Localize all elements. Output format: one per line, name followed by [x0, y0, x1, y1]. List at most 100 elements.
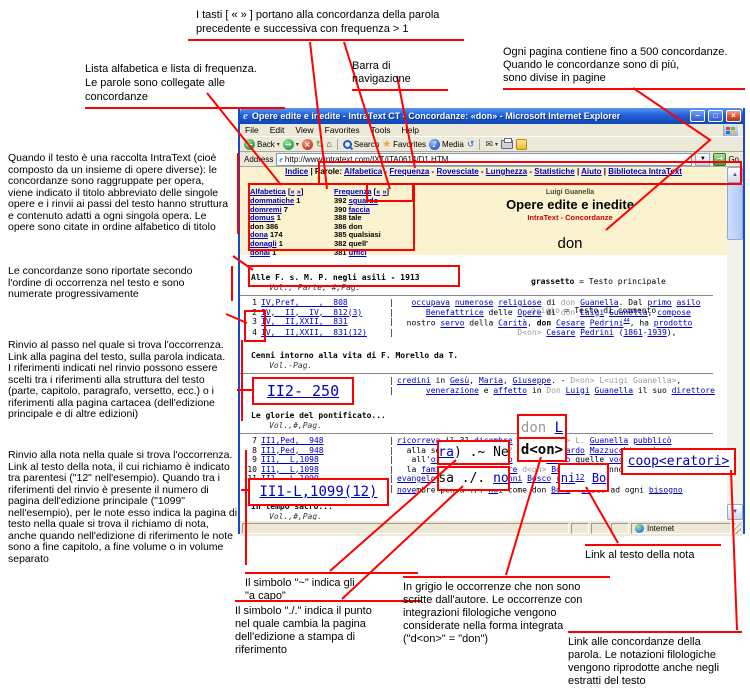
passage-reference-link[interactable]: IV, II,XXII, 831(12): [261, 328, 389, 338]
text-link[interactable]: coop<eratori>: [628, 454, 730, 469]
print-button[interactable]: [501, 140, 513, 149]
close-button[interactable]: ×: [726, 110, 741, 122]
callout-word-link: coop<eratori>: [621, 448, 736, 475]
text-link[interactable]: credini: [397, 376, 431, 385]
text-link[interactable]: Guanella: [580, 298, 619, 307]
text-link[interactable]: II1-L,1099(12): [259, 484, 377, 500]
messenger-button[interactable]: [516, 139, 527, 150]
text-link[interactable]: religiose: [498, 298, 541, 307]
section-work-title: Alle F. s. M. P. negli asili - 1913: [240, 273, 713, 283]
text-link[interactable]: Pedrini: [590, 319, 624, 328]
mail-dropdown-icon[interactable]: ▾: [495, 141, 498, 148]
text-run: in: [527, 386, 546, 395]
text-link[interactable]: no: [493, 471, 509, 486]
text-run: d<on>: [521, 442, 563, 458]
text-link[interactable]: Maria: [479, 376, 503, 385]
media-button[interactable]: ♪ Media: [429, 139, 464, 150]
text-link[interactable]: pubblicò: [633, 436, 672, 445]
text-link[interactable]: Guanella: [595, 386, 634, 395]
menu-tools[interactable]: Tools: [371, 125, 391, 135]
text-link[interactable]: II2- 250: [267, 382, 339, 400]
text-link[interactable]: Carità: [498, 319, 527, 328]
passage-reference-link[interactable]: II1, L,1098: [261, 455, 389, 465]
text-link[interactable]: nove: [397, 485, 416, 494]
concordance-section: Alle F. s. M. P. negli asili - 1913Vol.,…: [240, 273, 713, 338]
search-button[interactable]: Search: [343, 140, 379, 149]
maximize-button[interactable]: □: [708, 110, 723, 122]
text-link[interactable]: ni: [561, 471, 575, 485]
history-button[interactable]: ↻: [467, 139, 475, 150]
passage-reference-link[interactable]: IV,Pref, , 808: [261, 298, 389, 308]
menu-favorites[interactable]: Favorites: [325, 125, 360, 135]
text-link[interactable]: occupava: [411, 298, 450, 307]
home-button[interactable]: ⌂: [326, 139, 331, 149]
passage-reference-link[interactable]: II1,Ped, 948: [261, 436, 389, 446]
section-reference-scheme: Vol.,#,Pag.: [240, 512, 713, 520]
text-link[interactable]: ra: [438, 445, 454, 460]
menu-help[interactable]: Help: [401, 125, 418, 135]
text-link[interactable]: 1861: [623, 328, 642, 337]
passage-reference-link[interactable]: IV, II, IV, 812(3): [261, 308, 389, 318]
callout-tilde-example: ra) .~ Ne: [437, 440, 510, 465]
text-link[interactable]: Cesare: [546, 328, 575, 337]
text-link[interactable]: primo: [648, 298, 672, 307]
text-link[interactable]: L: [555, 420, 563, 436]
text-run: alla se: [397, 446, 440, 455]
forward-button[interactable]: → ▾: [283, 139, 299, 150]
forward-dropdown-icon[interactable]: ▾: [296, 141, 299, 148]
text-link[interactable]: 12: [575, 473, 584, 482]
title-bar[interactable]: e Opere edite e inedite - IntraText CT -…: [240, 108, 743, 124]
text-link[interactable]: Pedrini: [580, 328, 614, 337]
text-link[interactable]: bisogno: [649, 485, 683, 494]
text-link[interactable]: prodotto: [654, 319, 693, 328]
text-link[interactable]: compose: [657, 308, 691, 317]
text-link[interactable]: Gesù: [450, 376, 469, 385]
menu-file[interactable]: File: [245, 125, 259, 135]
back-button[interactable]: ← Back ▾: [244, 139, 280, 150]
back-dropdown-icon[interactable]: ▾: [277, 141, 280, 148]
text-link[interactable]: Guanella: [609, 308, 648, 317]
passage-reference-link[interactable]: II1,Ped, 948: [261, 446, 389, 456]
text-link[interactable]: Giuseppe: [513, 376, 552, 385]
resize-grip[interactable]: [733, 523, 741, 534]
text-link[interactable]: ricorreva: [397, 436, 440, 445]
text-link[interactable]: servo: [440, 319, 464, 328]
text-link[interactable]: Opere: [517, 308, 541, 317]
text-link[interactable]: Bo: [592, 471, 606, 485]
go-button[interactable]: → Go: [713, 153, 739, 166]
mail-button[interactable]: ✉ ▾: [485, 139, 498, 150]
stop-button[interactable]: ×: [302, 139, 313, 150]
scroll-down-button[interactable]: ▼: [727, 504, 743, 520]
favorites-button[interactable]: ★ Favorites: [382, 139, 426, 150]
text-link[interactable]: 1939: [648, 328, 667, 337]
text-link[interactable]: evangelo: [397, 474, 436, 483]
address-dropdown-button[interactable]: ▼: [695, 153, 710, 166]
menu-edit[interactable]: Edit: [270, 125, 285, 135]
text-link[interactable]: Benefattrice: [426, 308, 484, 317]
text-link[interactable]: Luigi: [566, 386, 590, 395]
text-link[interactable]: Bosco: [527, 474, 551, 483]
scrollbar-thumb[interactable]: [727, 184, 743, 240]
minimize-button[interactable]: –: [690, 110, 705, 122]
text-link[interactable]: affetto: [493, 386, 527, 395]
annotation-passage-reference: Rinvio al passo nel quale si trova l'occ…: [8, 340, 243, 421]
text-run: don: [537, 319, 551, 328]
comment-text: Don: [546, 386, 560, 395]
passage-reference-link[interactable]: IV, II,XXII, 831: [261, 317, 389, 328]
text-link[interactable]: asilo: [676, 298, 700, 307]
refresh-button[interactable]: ↻: [316, 139, 324, 150]
text-link[interactable]: Guanella: [590, 436, 629, 445]
text-link[interactable]: venerazione: [426, 386, 479, 395]
text-link[interactable]: Luigi: [580, 308, 604, 317]
comment-text: D<on> L<uigi Guanella>: [570, 376, 676, 385]
address-input[interactable]: e http://www.intratext.com/IXT/ITA0614/D…: [276, 153, 692, 166]
text-link[interactable]: numerose: [455, 298, 494, 307]
text-run: della: [464, 319, 498, 328]
menu-view[interactable]: View: [295, 125, 313, 135]
passage-reference-link[interactable]: II1, L,1098: [261, 465, 389, 475]
concordance-row: 1IV,Pref, , 808| occupava numerose relig…: [240, 298, 713, 308]
text-link[interactable]: Cesare: [556, 319, 585, 328]
scroll-up-button[interactable]: ▲: [727, 167, 743, 183]
text-link[interactable]: direttore: [672, 386, 715, 395]
address-label: Address: [244, 155, 273, 164]
